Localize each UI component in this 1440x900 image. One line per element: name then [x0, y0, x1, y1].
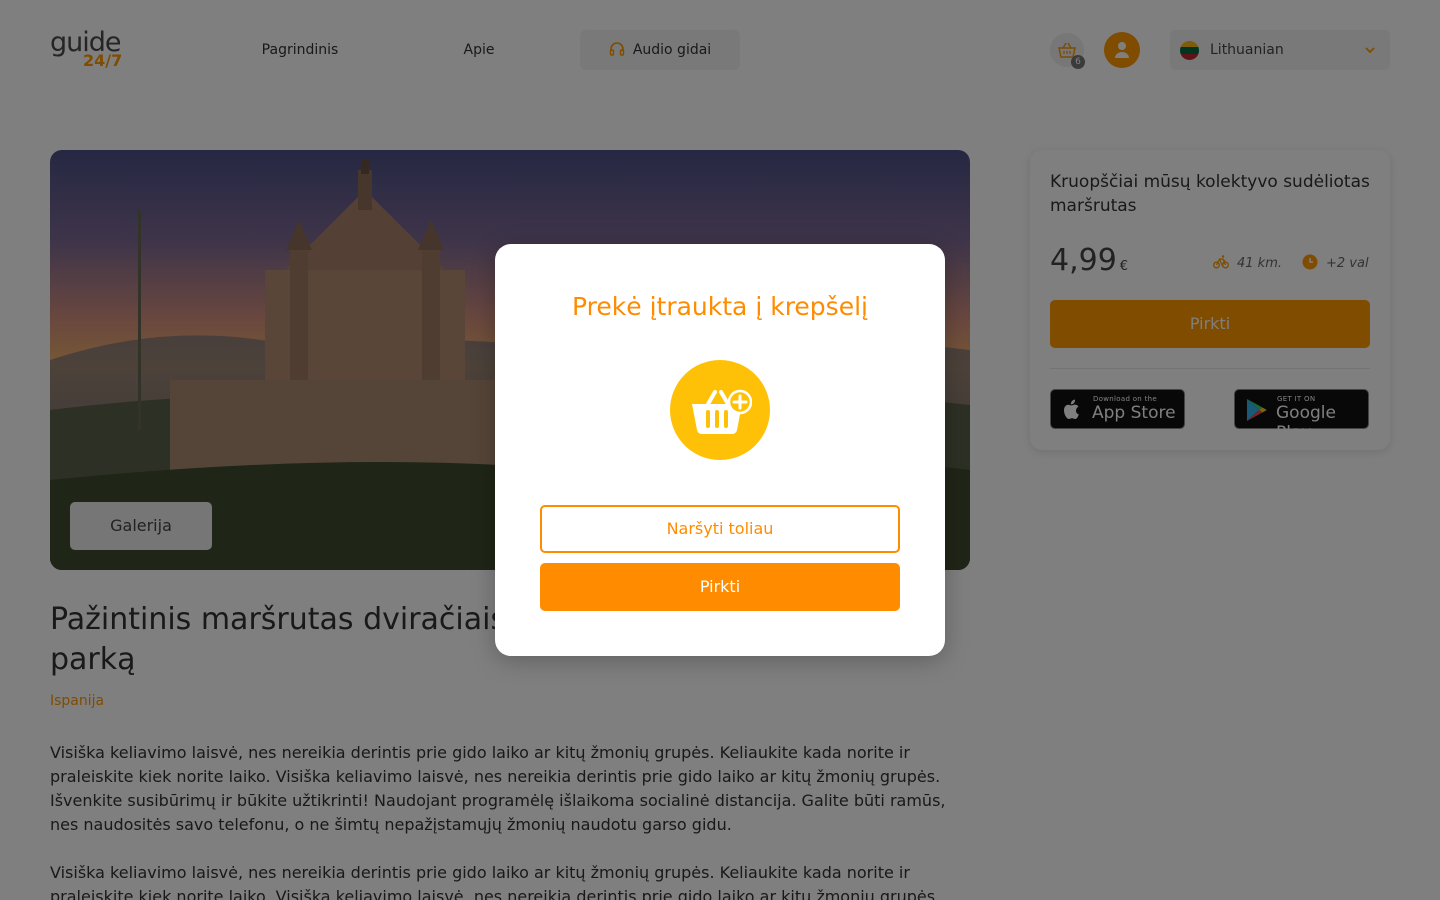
basket-add-icon [692, 389, 752, 434]
added-to-cart-modal: Prekė įtraukta į krepšelį Naršyti toliau… [495, 244, 945, 656]
continue-browsing-button[interactable]: Naršyti toliau [540, 505, 900, 553]
modal-title: Prekė įtraukta į krepšelį [572, 292, 868, 321]
modal-buy-button[interactable]: Pirkti [540, 563, 900, 611]
basket-add-icon-circle [670, 360, 770, 460]
